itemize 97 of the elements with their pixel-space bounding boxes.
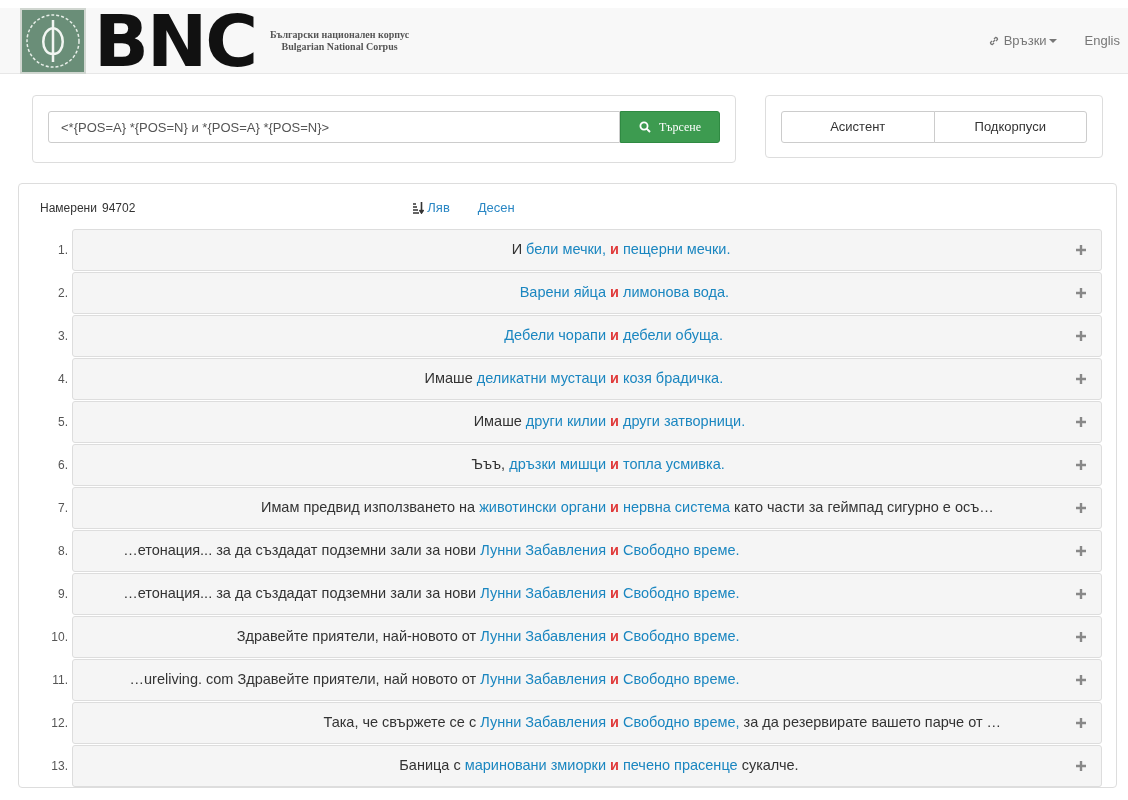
sort-link[interactable]: Ляв <box>413 198 450 218</box>
tool-button[interactable]: Асистент <box>781 111 935 143</box>
match-text: Лунни Забавления <box>480 714 606 731</box>
sort-link[interactable]: Десен <box>477 198 515 218</box>
context-text: И <box>511 241 523 258</box>
link-icon <box>987 35 1000 48</box>
context-text: Така, че свържете се с <box>323 714 477 731</box>
row-number: 9. <box>57 586 69 603</box>
match-text: Лунни Забавления <box>480 542 606 559</box>
expand-icon[interactable] <box>1076 417 1086 427</box>
search-icon <box>638 121 651 133</box>
context-text: …етонация... за да създадат подземни зали за нови <box>123 585 477 602</box>
keyword-text: и <box>610 455 619 475</box>
expand-icon[interactable] <box>1076 589 1086 599</box>
row-number: 11. <box>51 672 69 689</box>
match-text: лимонова вода. <box>622 284 730 301</box>
context-text: Имаше <box>473 413 522 430</box>
row-number: 13. <box>50 758 69 775</box>
match-text: печено прасенце <box>622 757 738 774</box>
expand-icon[interactable] <box>1076 546 1086 556</box>
match-text: козя брадичка. <box>622 370 724 387</box>
match-text: мариновани змиорки <box>464 757 606 774</box>
match-text: топла усмивка. <box>622 456 725 473</box>
expand-icon[interactable] <box>1076 331 1086 341</box>
expand-icon[interactable] <box>1076 245 1086 255</box>
found-count: 94702 <box>101 200 136 217</box>
logo-wordmark[interactable]: BNC <box>94 9 256 72</box>
keyword-text: и <box>610 541 619 561</box>
row-number: 1. <box>57 242 69 259</box>
context-text: Имам предвид използването на <box>260 499 476 516</box>
search-button[interactable]: Търсене <box>620 111 720 143</box>
match-text: дръзки мишци <box>509 456 606 473</box>
match-text: Лунни Забавления <box>480 585 606 602</box>
keyword-text: и <box>610 670 619 690</box>
row-number: 12. <box>50 715 69 732</box>
links-dropdown[interactable]: Връзки <box>987 30 1057 51</box>
row-number: 8. <box>57 543 69 560</box>
context-text: Имаше <box>424 370 473 387</box>
context-text: сукалче. <box>741 757 799 774</box>
tool-button[interactable]: Подкорпуси <box>933 111 1087 143</box>
context-text: …ureliving. com Здравейте приятели, най новото от <box>129 671 477 688</box>
search-field[interactable]: <*{POS=A} *{POS=N} и *{POS=A} *{POS=N}> <box>48 111 620 143</box>
context-text: Баница с <box>399 757 461 774</box>
match-text: Свободно време. <box>622 585 740 602</box>
expand-icon[interactable] <box>1076 718 1086 728</box>
context-text: Ъъъ, <box>471 456 506 473</box>
caret-icon <box>1048 38 1057 44</box>
context-text: Здравейте приятели, най-новото от <box>236 628 477 645</box>
row-number: 7. <box>57 500 69 517</box>
row-number: 6. <box>57 457 69 474</box>
expand-icon[interactable] <box>1076 675 1086 685</box>
sort-icon <box>413 202 425 214</box>
match-text: Свободно време, <box>622 714 740 731</box>
keyword-text: и <box>610 627 619 647</box>
seal-logo-icon[interactable] <box>20 7 86 74</box>
keyword-text: и <box>610 283 619 303</box>
expand-icon[interactable] <box>1076 632 1086 642</box>
keyword-text: и <box>610 584 619 604</box>
match-text: Лунни Забавления <box>480 628 606 645</box>
keyword-text: и <box>610 498 619 518</box>
context-text: за да резервирате вашето парче от … <box>743 714 1002 731</box>
site-subtitle: Bulgarian National Corpus <box>280 40 399 53</box>
match-text: други килии <box>525 413 606 430</box>
site-title: Български национален корпус <box>270 28 410 41</box>
expand-icon[interactable] <box>1076 288 1086 298</box>
match-text: Дебели чорапи <box>504 327 606 344</box>
row-number: 3. <box>57 328 69 345</box>
language-link[interactable]: Englis <box>1084 30 1120 51</box>
row-number: 4. <box>57 371 69 388</box>
keyword-text: и <box>610 240 619 260</box>
match-text: Свободно време. <box>622 542 740 559</box>
expand-icon[interactable] <box>1076 460 1086 470</box>
keyword-text: и <box>610 412 619 432</box>
match-text: животински органи <box>479 499 606 516</box>
row-number: 2. <box>57 285 69 302</box>
expand-icon[interactable] <box>1076 374 1086 384</box>
keyword-text: и <box>610 713 619 733</box>
match-text: Варени яйца <box>519 284 606 301</box>
row-number: 5. <box>57 414 69 431</box>
match-text: нервна система <box>622 499 731 516</box>
match-text: Свободно време. <box>622 628 740 645</box>
context-text: като части за геймпад сигурно е осъ… <box>734 499 994 516</box>
keyword-text: и <box>610 756 619 776</box>
match-text: пещерни мечки. <box>622 241 731 258</box>
expand-icon[interactable] <box>1076 761 1086 771</box>
context-text: …етонация... за да създадат подземни зали за нови <box>123 542 477 559</box>
match-text: дебели обуща. <box>622 327 723 344</box>
match-text: Свободно време. <box>622 671 740 688</box>
match-text: бели мечки, <box>526 241 606 258</box>
expand-icon[interactable] <box>1076 503 1086 513</box>
match-text: други затворници. <box>622 413 746 430</box>
found-label: Намерени <box>40 200 97 217</box>
match-text: деликатни мустаци <box>476 370 606 387</box>
row-number: 10. <box>50 629 69 646</box>
match-text: Лунни Забавления <box>480 671 606 688</box>
keyword-text: и <box>610 326 619 346</box>
keyword-text: и <box>610 369 619 389</box>
